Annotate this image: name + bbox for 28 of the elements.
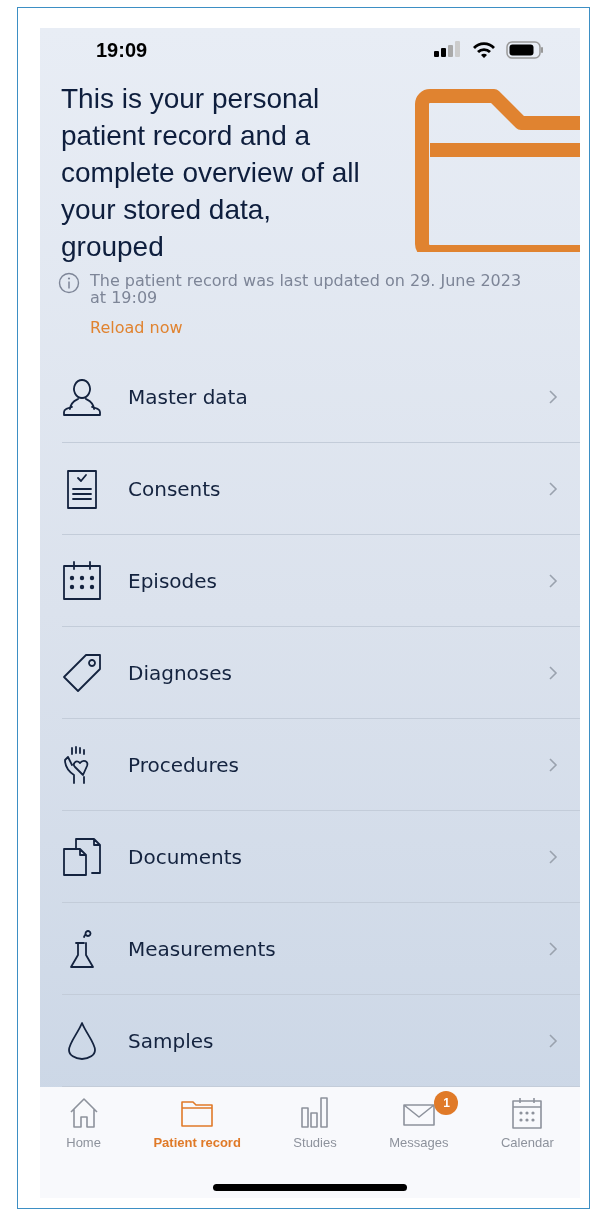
chevron-icon (548, 572, 558, 589)
record-category-item[interactable]: Diagnoses (62, 627, 580, 719)
status-time: 19:09 (96, 38, 148, 62)
info-icon (58, 272, 80, 294)
chevron-icon (548, 388, 558, 405)
record-category-item[interactable]: Episodes (62, 535, 580, 627)
battery-icon (506, 41, 544, 59)
unread-badge: 1 (434, 1091, 459, 1115)
chevron-icon (548, 848, 558, 865)
tag-icon (62, 652, 102, 693)
record-category-item[interactable]: Measurements (62, 903, 580, 995)
chevron-icon (548, 664, 558, 681)
record-category-item[interactable]: Procedures (62, 719, 580, 811)
update-notice: The patient record was last updated on 29. June 2023 at 19:09 (90, 272, 523, 306)
calendar-icon (511, 1097, 544, 1129)
person-icon (62, 376, 102, 417)
record-category-item[interactable]: Consents (62, 443, 580, 535)
chevron-icon (548, 756, 558, 773)
header-title: This is your personal patient record and a complete overview of all your stored data, grouped (61, 82, 361, 264)
record-category-item[interactable]: Master data (62, 351, 580, 443)
signal-icon (434, 41, 462, 59)
record-category-item[interactable]: Documents (62, 811, 580, 903)
calendar-icon (62, 560, 102, 601)
chevron-icon (548, 940, 558, 957)
chevron-icon (548, 480, 558, 497)
wifi-icon (472, 41, 496, 59)
documents-icon (62, 836, 102, 877)
chevron-icon (548, 1032, 558, 1049)
